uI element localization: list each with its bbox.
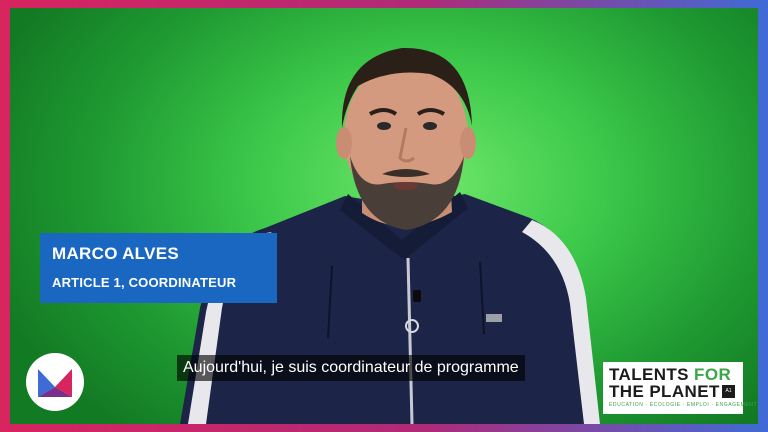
- speaker-role: ARTICLE 1, COORDINATEUR: [52, 275, 237, 290]
- m-logo-icon: [38, 369, 72, 397]
- video-frame: MARCO ALVES ARTICLE 1, COORDINATEUR Aujo…: [0, 0, 768, 432]
- talents-for-the-planet-logo: TALENTS FOR THE PLANET ÉDUCATION · ÉCOLO…: [603, 362, 758, 414]
- right-ear: [460, 127, 476, 159]
- jacket-logo: [486, 314, 502, 322]
- mouth: [394, 182, 418, 190]
- subtitle-caption: Aujourd'hui, je suis coordinateur de pro…: [177, 355, 525, 381]
- left-eye: [377, 122, 391, 130]
- logo-line-2: THE PLANET: [609, 382, 720, 401]
- lavalier-mic: [413, 290, 421, 302]
- logo-tagline: ÉDUCATION · ÉCOLOGIE · EMPLOI · ENGAGEME…: [609, 402, 758, 408]
- logo-line-1: TALENTS FOR: [609, 366, 737, 383]
- channel-logo: [26, 353, 84, 411]
- left-ear: [336, 127, 352, 159]
- right-eye: [423, 122, 437, 130]
- logo-badge-icon: A1: [722, 385, 735, 398]
- name-lower-third: MARCO ALVES ARTICLE 1, COORDINATEUR: [40, 233, 277, 303]
- speaker-name: MARCO ALVES: [52, 244, 180, 263]
